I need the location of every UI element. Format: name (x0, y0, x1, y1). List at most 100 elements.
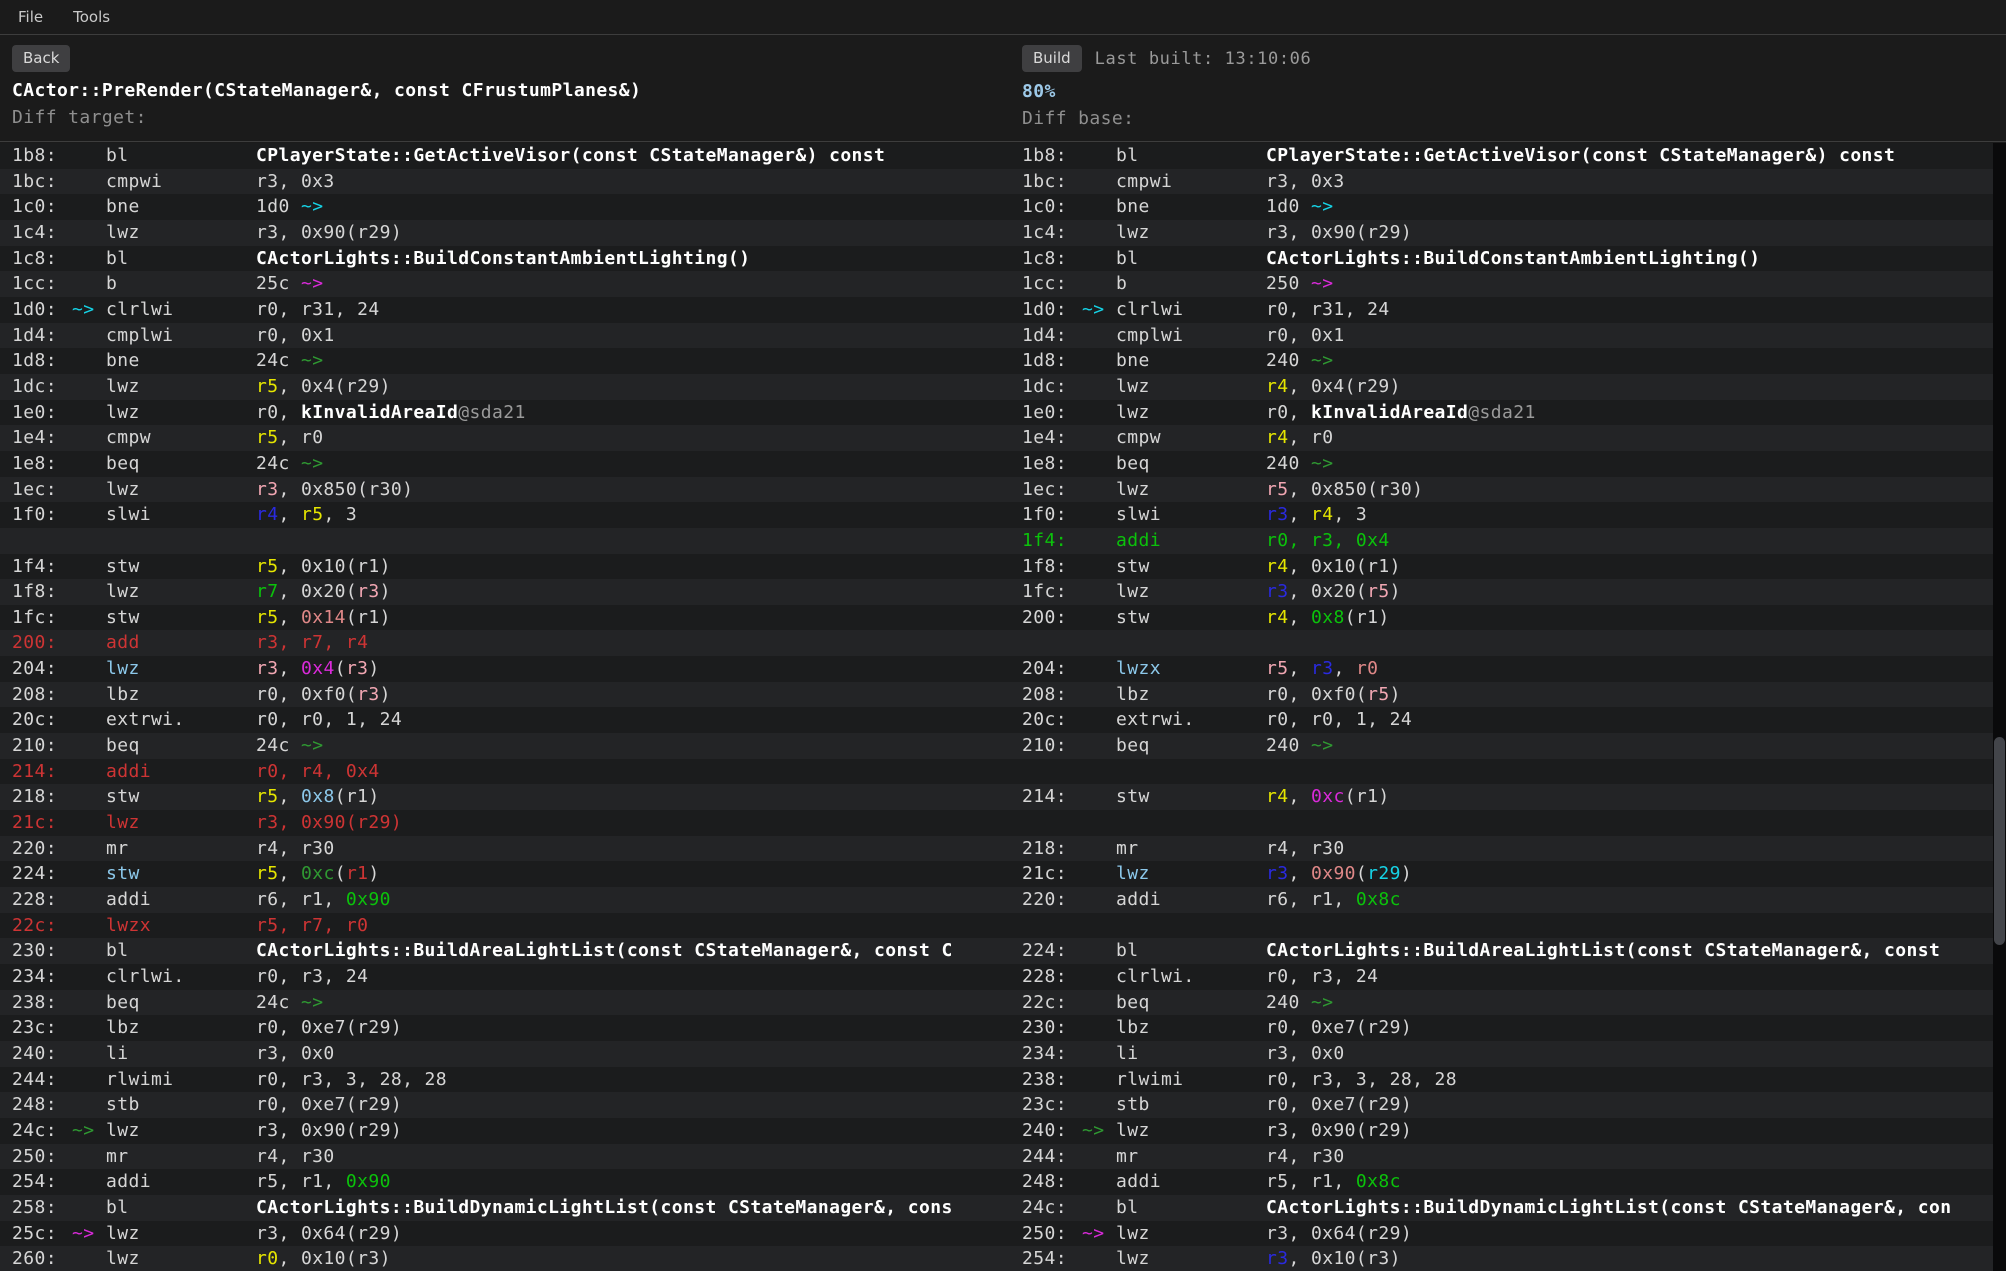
asm-row[interactable]: 230:lbzr0, 0xe7(r29) (1010, 1015, 2006, 1041)
asm-row[interactable]: 1cc:b250 ~> (1010, 271, 2006, 297)
asm-row[interactable]: 230:blCActorLights::BuildAreaLightList(c… (0, 938, 1010, 964)
asm-row[interactable]: 1e8:beq240 ~> (1010, 451, 2006, 477)
asm-row[interactable]: 1f0:slwir4, r5, 3 (0, 502, 1010, 528)
asm-row[interactable]: 200:addr3, r7, r4 (0, 630, 1010, 656)
asm-token: 0xc (301, 863, 335, 884)
asm-row[interactable]: 1f8:lwzr7, 0x20(r3) (0, 579, 1010, 605)
diff-base-header: Build Last built: 13:10:06 80% Diff base… (1010, 35, 2006, 142)
asm-mnemonic: lbz (1116, 1015, 1266, 1041)
asm-row-blank (1010, 810, 2006, 836)
asm-row[interactable]: 1b8:blCPlayerState::GetActiveVisor(const… (1010, 143, 2006, 169)
asm-row[interactable]: 1e0:lwzr0, kInvalidAreaId@sda21 (1010, 400, 2006, 426)
asm-row[interactable]: 244:rlwimir0, r3, 3, 28, 28 (0, 1067, 1010, 1093)
branch-arrow-slot (72, 707, 106, 733)
asm-row[interactable]: 254:lwzr3, 0x10(r3) (1010, 1246, 2006, 1271)
asm-row[interactable]: 1d0:~>clrlwir0, r31, 24 (1010, 297, 2006, 323)
asm-row[interactable]: 224:blCActorLights::BuildAreaLightList(c… (1010, 938, 2006, 964)
asm-operands: r4, 0xc(r1) (1266, 784, 2006, 810)
asm-row[interactable]: 20c:extrwi.r0, r0, 1, 24 (1010, 707, 2006, 733)
asm-row[interactable]: 1e8:beq24c ~> (0, 451, 1010, 477)
asm-row[interactable]: 210:beq24c ~> (0, 733, 1010, 759)
asm-row[interactable]: 250:mrr4, r30 (0, 1144, 1010, 1170)
asm-row[interactable]: 22c:beq240 ~> (1010, 990, 2006, 1016)
asm-row[interactable]: 1c4:lwzr3, 0x90(r29) (1010, 220, 2006, 246)
asm-row[interactable]: 25c:~>lwzr3, 0x64(r29) (0, 1221, 1010, 1247)
asm-row[interactable]: 228:clrlwi.r0, r3, 24 (1010, 964, 2006, 990)
asm-row[interactable]: 1b8:blCPlayerState::GetActiveVisor(const… (0, 143, 1010, 169)
asm-row[interactable]: 1c0:bne1d0 ~> (0, 194, 1010, 220)
asm-row[interactable]: 238:rlwimir0, r3, 3, 28, 28 (1010, 1067, 2006, 1093)
asm-row[interactable]: 1c8:blCActorLights::BuildConstantAmbient… (1010, 246, 2006, 272)
asm-row[interactable]: 220:mrr4, r30 (0, 836, 1010, 862)
asm-row[interactable]: 224:stwr5, 0xc(r1) (0, 861, 1010, 887)
asm-row[interactable]: 1f4:addir0, r3, 0x4 (1010, 528, 2006, 554)
asm-row[interactable]: 248:addir5, r1, 0x8c (1010, 1169, 2006, 1195)
asm-row[interactable]: 1cc:b25c ~> (0, 271, 1010, 297)
menu-file[interactable]: File (14, 6, 47, 28)
asm-row[interactable]: 1d0:~>clrlwir0, r31, 24 (0, 297, 1010, 323)
asm-row[interactable]: 234:clrlwi.r0, r3, 24 (0, 964, 1010, 990)
asm-row[interactable]: 1bc:cmpwir3, 0x3 (1010, 169, 2006, 195)
asm-address: 228: (1010, 964, 1082, 990)
asm-row[interactable]: 24c:~>lwzr3, 0x90(r29) (0, 1118, 1010, 1144)
back-button[interactable]: Back (12, 45, 70, 72)
asm-row[interactable]: 1e0:lwzr0, kInvalidAreaId@sda21 (0, 400, 1010, 426)
asm-row[interactable]: 238:beq24c ~> (0, 990, 1010, 1016)
asm-row[interactable]: 214:addir0, r4, 0x4 (0, 759, 1010, 785)
asm-row[interactable]: 20c:extrwi.r0, r0, 1, 24 (0, 707, 1010, 733)
asm-row[interactable]: 200:stwr4, 0x8(r1) (1010, 605, 2006, 631)
asm-row[interactable]: 228:addir6, r1, 0x90 (0, 887, 1010, 913)
asm-row[interactable]: 208:lbzr0, 0xf0(r5) (1010, 682, 2006, 708)
asm-row[interactable]: 258:blCActorLights::BuildDynamicLightLis… (0, 1195, 1010, 1221)
build-button[interactable]: Build (1022, 45, 1082, 72)
asm-row[interactable]: 1fc:stwr5, 0x14(r1) (0, 605, 1010, 631)
asm-row[interactable]: 1ec:lwzr3, 0x850(r30) (0, 477, 1010, 503)
asm-address: 1f0: (0, 502, 72, 528)
asm-row[interactable]: 1e4:cmpwr5, r0 (0, 425, 1010, 451)
asm-row[interactable]: 1d4:cmplwir0, 0x1 (0, 323, 1010, 349)
scrollbar-thumb[interactable] (1994, 737, 2005, 945)
asm-row[interactable]: 1d8:bne24c ~> (0, 348, 1010, 374)
asm-row[interactable]: 24c:blCActorLights::BuildDynamicLightLis… (1010, 1195, 2006, 1221)
asm-row[interactable]: 250:~>lwzr3, 0x64(r29) (1010, 1221, 2006, 1247)
asm-row[interactable]: 244:mrr4, r30 (1010, 1144, 2006, 1170)
asm-row[interactable]: 1fc:lwzr3, 0x20(r5) (1010, 579, 2006, 605)
asm-row[interactable]: 1ec:lwzr5, 0x850(r30) (1010, 477, 2006, 503)
menu-tools[interactable]: Tools (69, 6, 114, 28)
asm-row[interactable]: 1c4:lwzr3, 0x90(r29) (0, 220, 1010, 246)
asm-mnemonic: bne (1116, 194, 1266, 220)
asm-row[interactable]: 1bc:cmpwir3, 0x3 (0, 169, 1010, 195)
asm-address: 1f4: (0, 554, 72, 580)
asm-row[interactable]: 214:stwr4, 0xc(r1) (1010, 784, 2006, 810)
asm-row[interactable]: 204:lwzr3, 0x4(r3) (0, 656, 1010, 682)
asm-row[interactable]: 21c:lwzr3, 0x90(r29) (0, 810, 1010, 836)
asm-row[interactable]: 248:stbr0, 0xe7(r29) (0, 1092, 1010, 1118)
asm-row[interactable]: 208:lbzr0, 0xf0(r3) (0, 682, 1010, 708)
asm-row[interactable]: 254:addir5, r1, 0x90 (0, 1169, 1010, 1195)
asm-row[interactable]: 218:mrr4, r30 (1010, 836, 2006, 862)
vertical-scrollbar[interactable] (1993, 143, 2006, 1271)
asm-row[interactable]: 23c:lbzr0, 0xe7(r29) (0, 1015, 1010, 1041)
asm-row[interactable]: 1d4:cmplwir0, 0x1 (1010, 323, 2006, 349)
asm-row[interactable]: 1d8:bne240 ~> (1010, 348, 2006, 374)
asm-row[interactable]: 23c:stbr0, 0xe7(r29) (1010, 1092, 2006, 1118)
asm-row[interactable]: 204:lwzxr5, r3, r0 (1010, 656, 2006, 682)
asm-row[interactable]: 220:addir6, r1, 0x8c (1010, 887, 2006, 913)
asm-row[interactable]: 1dc:lwzr5, 0x4(r29) (0, 374, 1010, 400)
asm-mnemonic: add (106, 630, 256, 656)
asm-row[interactable]: 1f4:stwr5, 0x10(r1) (0, 554, 1010, 580)
asm-row[interactable]: 234:lir3, 0x0 (1010, 1041, 2006, 1067)
asm-row[interactable]: 1f8:stwr4, 0x10(r1) (1010, 554, 2006, 580)
asm-row[interactable]: 1e4:cmpwr4, r0 (1010, 425, 2006, 451)
asm-row[interactable]: 21c:lwzr3, 0x90(r29) (1010, 861, 2006, 887)
asm-row[interactable]: 1c8:blCActorLights::BuildConstantAmbient… (0, 246, 1010, 272)
asm-row[interactable]: 1c0:bne1d0 ~> (1010, 194, 2006, 220)
asm-row[interactable]: 210:beq240 ~> (1010, 733, 2006, 759)
asm-row[interactable]: 240:~>lwzr3, 0x90(r29) (1010, 1118, 2006, 1144)
asm-row[interactable]: 1f0:slwir3, r4, 3 (1010, 502, 2006, 528)
asm-row[interactable]: 240:lir3, 0x0 (0, 1041, 1010, 1067)
asm-row[interactable]: 1dc:lwzr4, 0x4(r29) (1010, 374, 2006, 400)
asm-row[interactable]: 260:lwzr0, 0x10(r3) (0, 1246, 1010, 1271)
asm-row[interactable]: 22c:lwzxr5, r7, r0 (0, 913, 1010, 939)
asm-row[interactable]: 218:stwr5, 0x8(r1) (0, 784, 1010, 810)
